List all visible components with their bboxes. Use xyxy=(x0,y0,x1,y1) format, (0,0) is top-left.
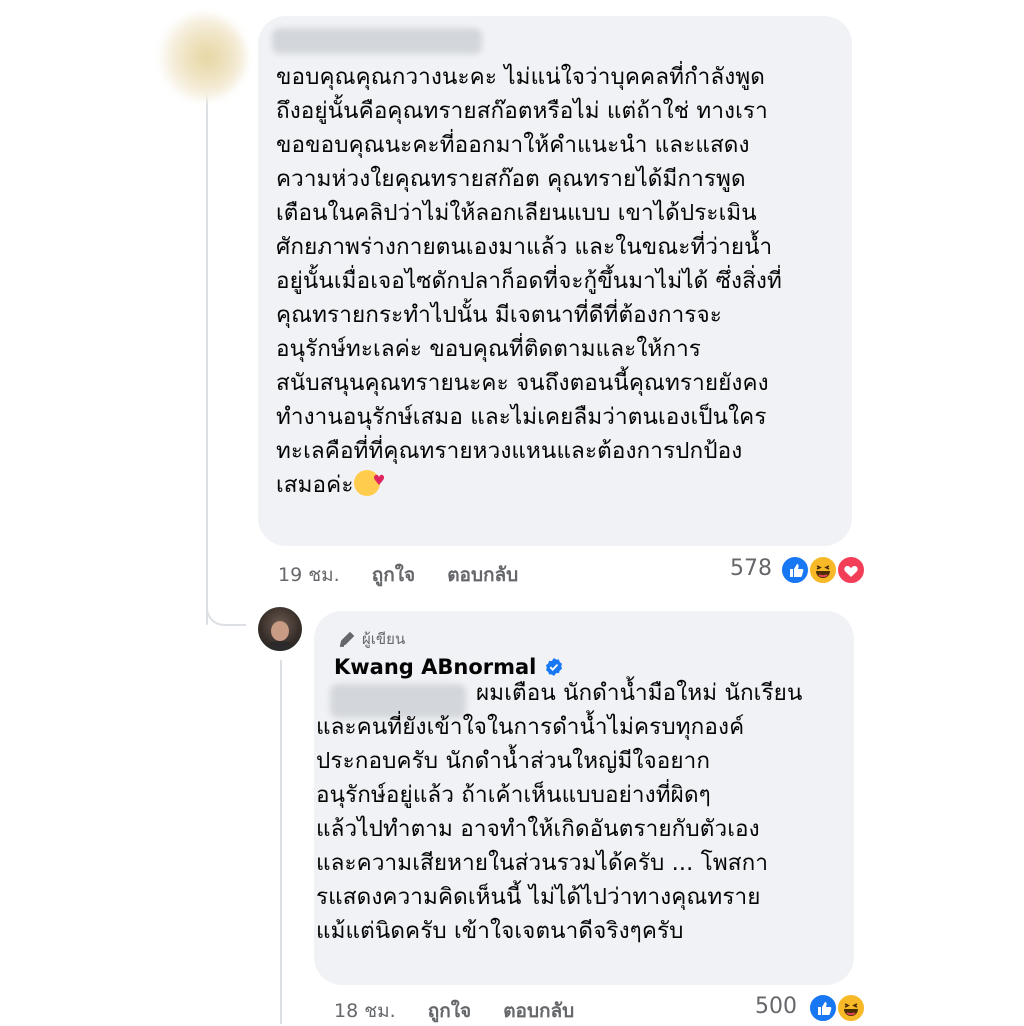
comment-time[interactable]: 19 ชม. xyxy=(278,564,340,586)
author-avatar[interactable] xyxy=(258,607,302,651)
author-badge-label: ผู้เขียน xyxy=(362,630,406,648)
commenter-avatar[interactable] xyxy=(160,14,246,100)
reply-reply-button[interactable]: ตอบกลับ xyxy=(503,1000,574,1022)
reply-text: ผมเตือน นักดำน้ำมือใหม่ นักเรียน และคนที… xyxy=(316,680,803,944)
pen-icon xyxy=(339,631,355,647)
thread-branch-line xyxy=(206,560,246,626)
like-button[interactable]: ถูกใจ xyxy=(372,564,415,586)
thread-line xyxy=(206,70,208,625)
reply-button[interactable]: ตอบกลับ xyxy=(447,564,518,586)
reaction-count[interactable]: 578 xyxy=(730,556,772,581)
reply-actions: 18 ชม. ถูกใจ ตอบกลับ xyxy=(334,996,600,1026)
reply-haha-reaction-icon xyxy=(836,993,866,1023)
verified-badge-icon xyxy=(546,658,563,676)
author-avatar-shirt xyxy=(262,641,298,651)
reply-thread-line xyxy=(280,660,282,1024)
commenter-name-redacted[interactable] xyxy=(272,28,482,54)
author-avatar-face xyxy=(271,621,289,641)
comment-actions: 19 ชม. ถูกใจ ตอบกลับ xyxy=(278,560,544,590)
love-reaction-icon xyxy=(836,555,866,585)
reply-like-button[interactable]: ถูกใจ xyxy=(428,1000,471,1022)
like-reaction-icon xyxy=(780,555,810,585)
reply-time[interactable]: 18 ชม. xyxy=(334,1000,396,1022)
haha-reaction-icon xyxy=(808,555,838,585)
comment-text: ขอบคุณคุณกวางนะคะ ไม่แน่ใจว่าบุคคลที่กำล… xyxy=(276,60,844,502)
reply-reaction-count[interactable]: 500 xyxy=(755,994,797,1019)
reply-like-reaction-icon xyxy=(808,993,838,1023)
smiling-face-with-hearts-icon xyxy=(353,464,386,498)
author-badge: ผู้เขียน xyxy=(338,627,405,651)
